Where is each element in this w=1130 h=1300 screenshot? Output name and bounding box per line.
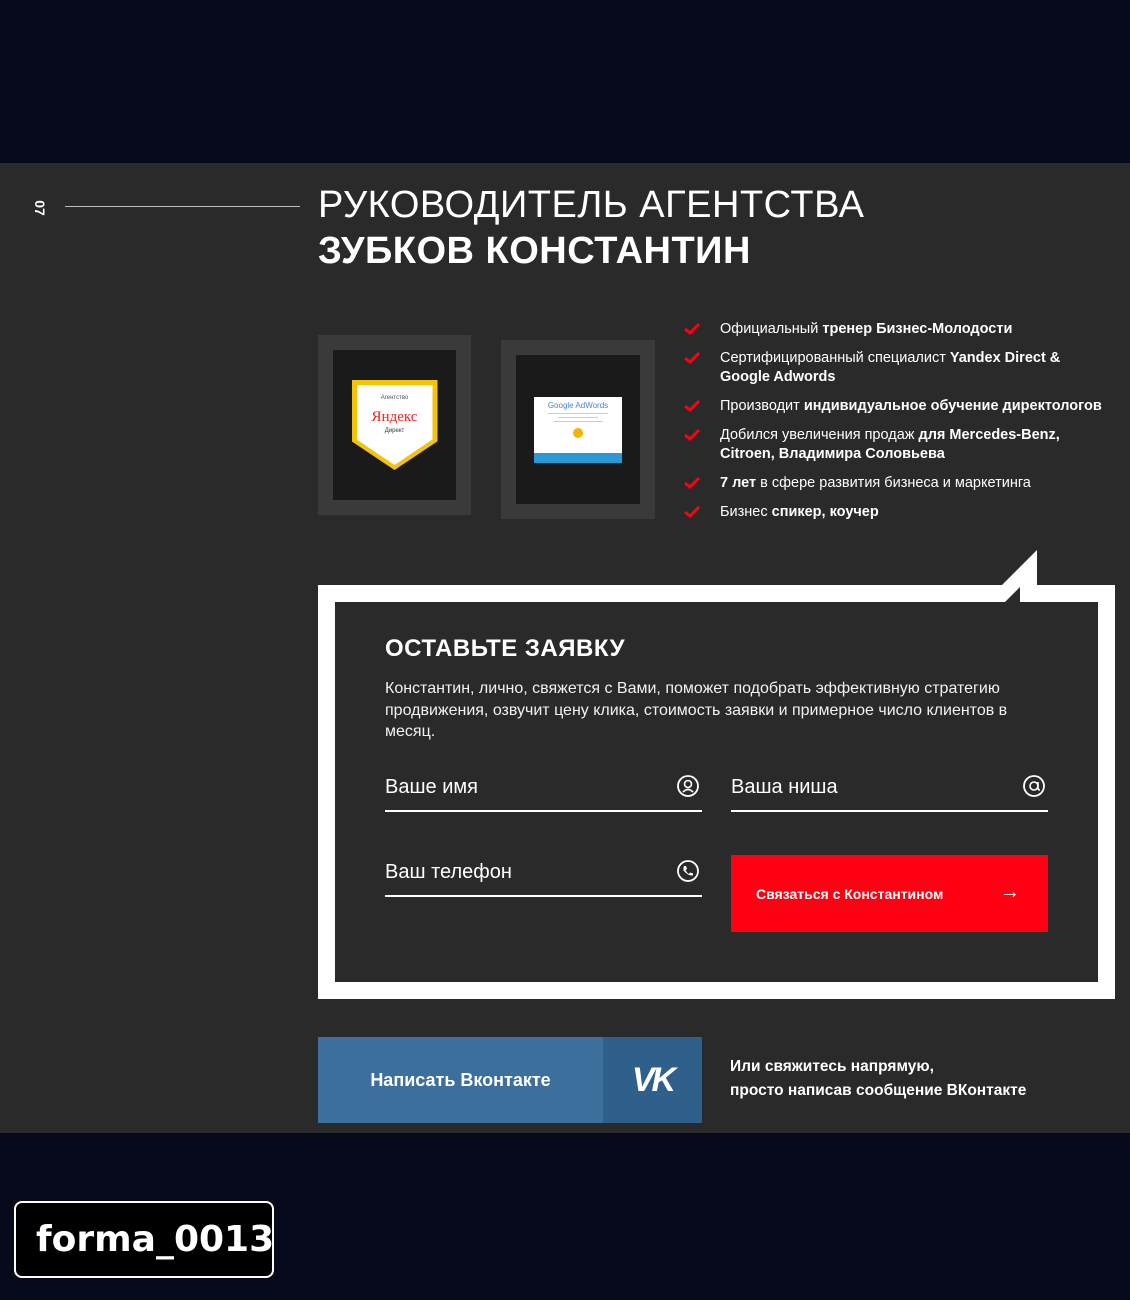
checkmark-icon (684, 477, 700, 489)
user-icon (677, 775, 699, 797)
badge-name: Яндекс (371, 409, 418, 425)
page-title-line2: ЗУБКОВ КОНСТАНТИН (318, 230, 751, 272)
checkmark-icon (684, 400, 700, 412)
at-sign-icon (1023, 775, 1045, 797)
adwords-title: Google AdWords (547, 400, 609, 410)
feature-item: Добился увеличения продаж для Mercedes-B… (682, 426, 1112, 464)
vk-contact-note: Или свяжитесь напрямую, просто написав с… (730, 1055, 1026, 1103)
checkmark-icon (684, 352, 700, 364)
arrow-right-icon: → (1000, 881, 1020, 903)
name-input[interactable] (385, 772, 655, 802)
speech-bubble-tail (985, 550, 1037, 602)
vk-button-label: Написать Вконтакте (318, 1037, 603, 1123)
vk-note-line2: просто написав сообщение ВКонтакте (730, 1082, 1027, 1099)
features-list: Официальный тренер Бизнес-Молодости Серт… (682, 320, 1112, 532)
phone-icon (677, 860, 699, 882)
niche-field[interactable] (731, 768, 1048, 812)
submit-label: Связаться с Константином (756, 885, 944, 902)
page-title-line1: РУКОВОДИТЕЛЬ АГЕНТСТВА (318, 184, 865, 226)
phone-field[interactable] (385, 853, 702, 897)
certificate-frame: Агентство Яндекс Директ (333, 350, 456, 500)
certificate-adwords[interactable]: Google AdWords (501, 340, 655, 519)
certificate-yandex[interactable]: Агентство Яндекс Директ (318, 335, 471, 515)
badge-caption: Агентство (380, 395, 409, 401)
niche-input[interactable] (731, 772, 1001, 802)
feature-item: 7 лет в сфере развития бизнеса и маркети… (682, 474, 1112, 493)
certificate-frame: Google AdWords (516, 355, 640, 504)
adwords-certificate-icon: Google AdWords (534, 396, 622, 463)
section-divider (65, 206, 300, 207)
vk-note-line1: Или свяжитесь напрямую, (730, 1058, 934, 1075)
name-field[interactable] (385, 768, 702, 812)
screenshot-tag: forma_0013 (14, 1201, 274, 1278)
checkmark-icon (684, 506, 700, 518)
phone-input[interactable] (385, 857, 655, 887)
feature-item: Производит индивидуальное обучение дирек… (682, 397, 1112, 416)
feature-item: Сертифицированный специалист Yandex Dire… (682, 349, 1112, 387)
form-title: ОСТАВЬТЕ ЗАЯВКУ (385, 635, 625, 662)
checkmark-icon (684, 323, 700, 335)
write-vk-button[interactable]: Написать Вконтакте VK (318, 1037, 702, 1123)
vk-logo-icon: VK (603, 1037, 702, 1123)
feature-item: Бизнес спикер, коучер (682, 503, 1112, 522)
form-description: Константин, лично, свяжется с Вами, помо… (385, 680, 1008, 740)
section-number: 07 (32, 200, 48, 216)
contact-submit-button[interactable]: Связаться с Константином → (731, 855, 1048, 932)
feature-item: Официальный тренер Бизнес-Молодости (682, 320, 1112, 339)
badge-sub: Директ (384, 428, 405, 434)
yandex-badge-icon: Агентство Яндекс Директ (351, 380, 438, 470)
checkmark-icon (684, 429, 700, 441)
